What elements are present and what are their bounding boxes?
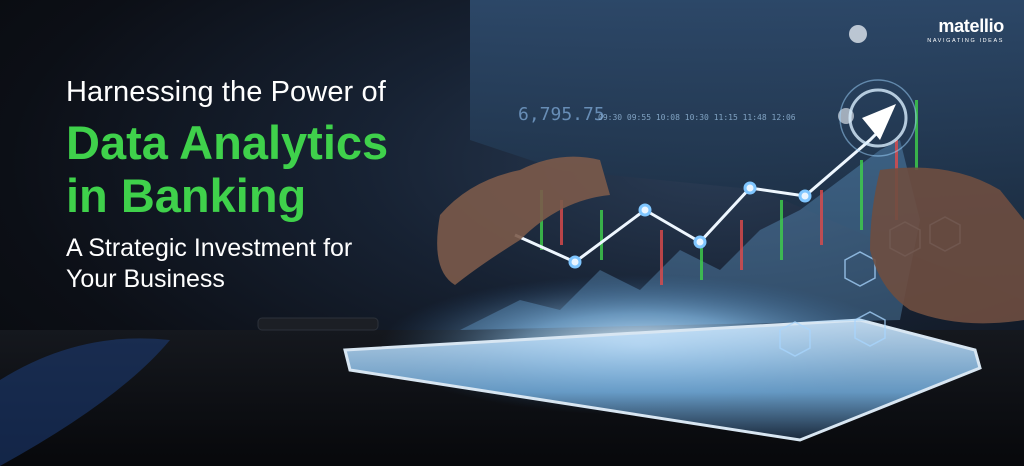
ticker-time: 09:30 (598, 113, 623, 122)
headline-line2: Data Analytics (66, 116, 389, 169)
subheadline: A Strategic Investment for Your Business (66, 233, 388, 296)
ticker-time: 10:30 (684, 113, 709, 122)
ticker-times: 09:30 09:55 10:08 10:30 11:15 11:48 12:0… (598, 113, 796, 122)
logo-name: matellio (938, 16, 1004, 36)
logo-tagline: NAVIGATING IDEAS (927, 38, 1004, 44)
ticker-price: 6,795.75 (518, 104, 605, 125)
ticker-time: 11:48 (742, 113, 767, 122)
headline-line1: Harnessing the Power of (66, 76, 386, 108)
hero-banner: 6,795.75 09:30 09:55 10:08 10:30 11:15 1… (0, 0, 1024, 466)
ticker-time: 09:55 (626, 113, 652, 122)
ticker-time: 11:15 (713, 113, 738, 122)
ticker-time: 10:08 (655, 113, 680, 122)
headline-block: Harnessing the Power of Data Analytics i… (66, 76, 388, 296)
headline-line3: in Banking (66, 169, 307, 222)
subheadline-b: Your Business (66, 265, 225, 294)
brand-logo: matellio NAVIGATING IDEAS (927, 16, 1004, 44)
ticker-time: 12:06 (771, 113, 796, 122)
subheadline-a: A Strategic Investment for (66, 234, 353, 262)
